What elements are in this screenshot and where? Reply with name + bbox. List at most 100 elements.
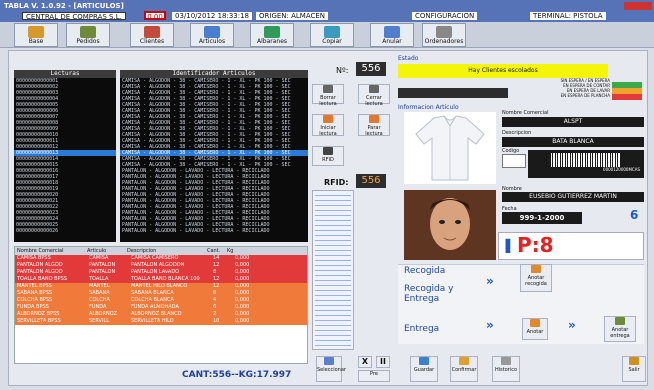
table-cell: 6	[213, 304, 217, 310]
toolbar-button-albaranes[interactable]: Albaranes	[250, 23, 294, 47]
table-cell: 0,000	[235, 304, 250, 310]
table-cell: PANTALON LAVADO	[131, 269, 180, 275]
articulos-table[interactable]: Nombre Comercial Articulo Descripcion Ca…	[14, 246, 308, 364]
nombre-label: Nombre Comercial	[502, 110, 549, 116]
guardar-button[interactable]: Guardar	[410, 356, 438, 382]
title-bar: TABLA V. 1.0.92 - [ARTICULOS] CENTRAL DE…	[0, 0, 654, 22]
table-cell: PANTALON	[89, 262, 116, 268]
anotar-recogida-button[interactable]: Anotar recogida	[520, 264, 552, 292]
table-cell: 0,000	[235, 283, 250, 289]
table-row[interactable]: TOALLA BANO BPSS TOALLA TOALLA BANO BLANCA…	[15, 276, 307, 283]
table-row[interactable]: MANTEL BPSS MANTEL MANTEL HILO BLANCO 12 0,0…	[15, 283, 307, 290]
anular-icon	[384, 26, 400, 38]
table-row[interactable]: PANTALON ALGOD PANTALON PANTALON LAVADO 8 0,…	[15, 269, 307, 276]
table-cell: TOALLA	[89, 276, 109, 282]
iniciar-lectura-button[interactable]: Iniciar lectura	[312, 114, 344, 137]
table-row[interactable]: ALBORNOZ BPSS ALBORNOZ ALBORNOZ BLANCO 2 0,0…	[15, 311, 307, 318]
priority-label: P:8	[517, 233, 554, 257]
table-cell: COLCHA BPSS	[17, 297, 53, 303]
ordenadores-icon	[436, 26, 452, 38]
table-cell: MANTEL	[89, 283, 110, 289]
table-cell: 12	[213, 276, 220, 282]
col-header: Kg	[227, 248, 234, 254]
play-icon	[323, 115, 333, 123]
close-icon	[369, 85, 379, 93]
estado-label: Estado	[398, 55, 419, 62]
confirmar-button[interactable]: Confirmar	[450, 356, 478, 382]
table-cell: 12	[213, 283, 220, 289]
table-row[interactable]: COLCHA BPSS COLCHA COLCHA BLANCA 4 0,000	[15, 297, 307, 304]
barcode-icon	[551, 153, 621, 167]
table-cell: TOALLA BANO BLANCA 100	[131, 276, 200, 282]
list-item[interactable]: 00000000000026	[14, 228, 116, 234]
anotar-button[interactable]: Anotar	[522, 318, 548, 340]
toolbar-button-pedidos[interactable]: Pedidos	[66, 23, 110, 47]
table-cell: PANTALON ALGOD	[17, 269, 63, 275]
pedidos-icon	[80, 26, 96, 38]
descripcion-label: Descripcion	[502, 130, 532, 136]
table-cell: PANTALON ALGODON	[131, 262, 185, 268]
rfid-log[interactable]	[312, 190, 354, 350]
table-cell: CAMISA CAMISERO	[131, 255, 179, 261]
rfid-icon	[323, 147, 333, 155]
toolbar-button-copiar[interactable]: Copiar	[310, 23, 354, 47]
close-icon[interactable]	[624, 2, 652, 10]
toolbar-button-articulos[interactable]: Articulos	[190, 23, 234, 47]
note-icon	[531, 265, 541, 273]
table-row[interactable]: PANTALON ALGOD PANTALON PANTALON ALGODON 12…	[15, 262, 307, 269]
config-field: CONFIGURACION	[412, 12, 478, 20]
company-field: CENTRAL DE COMPRAS S.L.	[22, 12, 126, 21]
borrar-lectura-button[interactable]: Borrar lectura	[312, 84, 344, 107]
table-cell: 2	[213, 311, 217, 317]
recogida-entrega-label: Recogida y Entrega	[404, 284, 454, 304]
cerrar-lectura-button[interactable]: Cerrar lectura	[358, 84, 390, 107]
table-row[interactable]: CAMISA BPSS CAMISA CAMISA CAMISERO 14 0,000	[15, 255, 307, 262]
seleccionar-button[interactable]: Seleccionar	[316, 356, 346, 382]
table-row[interactable]: FUNDA BPSS FUNDA FUNDA ALMOHADA 6 0,000	[15, 304, 307, 311]
base-icon	[28, 26, 44, 38]
col-header: Articulo	[87, 248, 107, 254]
table-cell: COLCHA BLANCA	[131, 297, 174, 303]
article-image	[404, 112, 496, 184]
table-cell: 0,000	[235, 311, 250, 317]
toolbar-button-base[interactable]: Base	[14, 23, 58, 47]
table-cell: SABANA BPSS	[17, 290, 53, 296]
double-arrow-icon: »	[486, 274, 494, 288]
pre-button[interactable]: Pre	[358, 370, 390, 382]
clear-button[interactable]: X	[358, 356, 372, 368]
totals-label: CANT:556--KG:17.997	[182, 370, 292, 380]
table-cell: 8	[213, 269, 217, 275]
double-arrow-icon: »	[486, 318, 494, 332]
prev-arrow-icon[interactable]: ▐	[501, 239, 510, 253]
toolbar-button-clientes[interactable]: Clientes	[130, 23, 174, 47]
select-icon	[324, 357, 334, 365]
historico-button[interactable]: Historico	[492, 356, 520, 382]
entrega-label: Entrega	[404, 324, 440, 334]
identificadores-list[interactable]: Identificador Articulos CAMISA - ALGODON…	[120, 70, 308, 242]
table-cell: 10	[213, 318, 220, 324]
table-row[interactable]: SERVILLETA BPSS SERVILL. SERVILLETA HILO 10…	[15, 318, 307, 325]
priority-box: ▐ P:8	[498, 232, 644, 260]
salir-button[interactable]: Salir	[622, 356, 646, 382]
toolbar-button-ordenadores[interactable]: Ordenadores	[422, 23, 466, 47]
toolbar-button-anular[interactable]: Anular	[370, 23, 414, 47]
anotar-entrega-button[interactable]: Anotar entrega	[604, 316, 636, 342]
table-header: Nombre Comercial Articulo Descripcion Ca…	[15, 247, 307, 255]
table-row[interactable]: SABANA BPSS SABANA SABANA BLANCA 8 0,000	[15, 290, 307, 297]
table-cell: 4	[213, 297, 217, 303]
lecturas-list[interactable]: Lecturas 00000000000001 00000000000002 000…	[14, 70, 116, 242]
fecha-field: 999-1-2000	[502, 212, 582, 224]
table-cell: MANTEL BPSS	[17, 283, 52, 289]
list-item[interactable]: PANTALON - ALGODON - LAVADO - LECTURA - …	[120, 228, 308, 234]
person-icon	[404, 190, 496, 260]
pause-button[interactable]: II	[376, 356, 390, 368]
table-cell: MANTEL HILO BLANCO	[131, 283, 188, 289]
terminal-field: TERMINAL: PISTOLA	[530, 12, 606, 20]
parar-lectura-button[interactable]: Parar lectura	[358, 114, 390, 137]
table-cell: 0,000	[235, 262, 250, 268]
rfid-button[interactable]: RFID	[312, 146, 344, 166]
articulos-icon	[204, 26, 220, 38]
num-display: 556	[356, 62, 386, 76]
table-cell: ALBORNOZ BPSS	[17, 311, 60, 317]
clientes-icon	[144, 26, 160, 38]
